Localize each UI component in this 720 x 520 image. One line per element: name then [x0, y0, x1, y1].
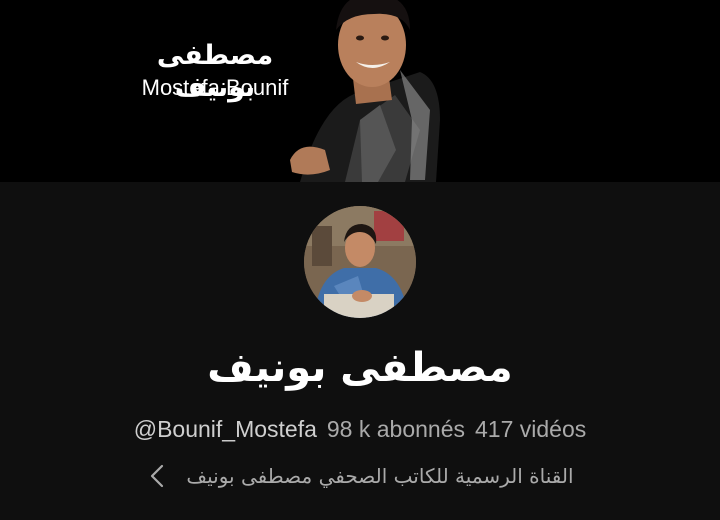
channel-description: القناة الرسمية للكاتب الصحفي مصطفى بونيف	[186, 464, 574, 488]
banner-title-english: Mostefa Bounif	[141, 75, 289, 100]
channel-page: مصطفى بونيف Mostefa Bounif مصطفى بونيف @…	[0, 0, 720, 520]
video-count: 417 vidéos	[475, 416, 587, 442]
channel-name: مصطفى بونيف	[207, 345, 513, 391]
channel-avatar[interactable]	[304, 206, 416, 318]
channel-banner: مصطفى بونيف Mostefa Bounif	[0, 0, 720, 182]
channel-handle: @Bounif_Mostefa	[133, 416, 317, 442]
channel-description-row[interactable]: القناة الرسمية للكاتب الصحفي مصطفى بونيف	[0, 458, 720, 494]
banner-photo	[0, 0, 720, 182]
avatar-photo	[304, 206, 416, 318]
subscriber-count: 98 k abonnés	[326, 416, 466, 442]
chevron-left-icon	[151, 464, 164, 488]
channel-meta: @Bounif_Mostefa 98 k abonnés 417 vidéos	[0, 414, 720, 444]
